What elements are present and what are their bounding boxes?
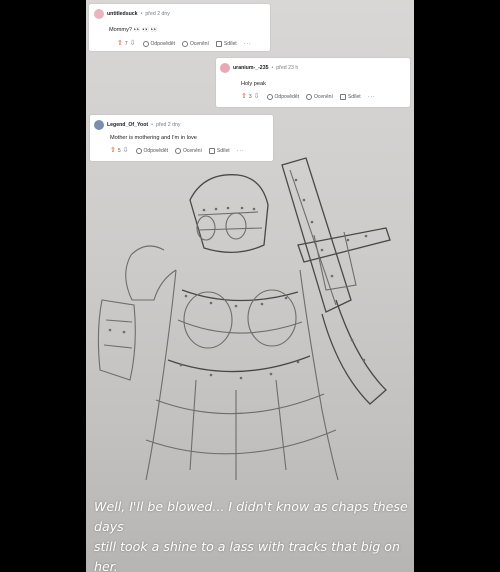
share-button[interactable]: Sdílet — [215, 40, 237, 47]
drawing-canvas: untitledsuck • před 2 dny Mommy? 👀 👀 👀 ⇧… — [86, 0, 414, 572]
separator-dot: • — [151, 122, 153, 128]
reply-button[interactable]: Odpovědět — [135, 147, 168, 154]
comment-card: untitledsuck • před 2 dny Mommy? 👀 👀 👀 ⇧… — [89, 4, 270, 51]
caption-text: Well, I'll be blowed... I didn't know as… — [94, 497, 409, 572]
share-button[interactable]: Sdílet — [339, 93, 361, 100]
vote-score: 5 — [117, 147, 121, 154]
comment-text: Holy peak — [241, 81, 266, 87]
more-options-button[interactable]: ··· — [237, 148, 245, 154]
username[interactable]: untitledsuck — [107, 11, 138, 17]
comment-card: Legend_Of_Yoot • před 2 dny Mother is mo… — [90, 115, 273, 161]
vote-score: 3 — [248, 93, 252, 100]
user-avatar[interactable] — [220, 63, 230, 73]
user-avatar[interactable] — [94, 120, 104, 130]
award-button[interactable]: Ocenění — [175, 147, 202, 154]
award-icon — [182, 40, 188, 47]
comment-text: Mother is mothering and I'm in love — [110, 135, 197, 141]
user-avatar[interactable] — [94, 9, 104, 19]
share-icon — [339, 93, 346, 100]
share-icon — [215, 40, 222, 47]
downvote-icon[interactable]: ⇩ — [130, 40, 136, 47]
comment-text: Mommy? 👀 👀 👀 — [109, 27, 158, 33]
caption-line-2: still took a shine to a lass with tracks… — [94, 539, 400, 572]
more-options-button[interactable]: ··· — [368, 94, 376, 100]
share-label: Sdílet — [223, 40, 237, 47]
upvote-icon[interactable]: ⇧ — [117, 40, 123, 47]
award-button[interactable]: Ocenění — [182, 40, 209, 47]
share-label: Sdílet — [216, 147, 230, 154]
more-options-button[interactable]: ··· — [244, 41, 252, 47]
reply-button[interactable]: Odpovědět — [266, 93, 299, 100]
username[interactable]: Legend_Of_Yoot — [107, 122, 148, 128]
share-button[interactable]: Sdílet — [208, 147, 230, 154]
upvote-icon[interactable]: ⇧ — [241, 93, 247, 100]
share-label: Sdílet — [347, 93, 361, 100]
separator-dot: • — [140, 11, 143, 17]
reply-bubble-icon — [142, 40, 149, 47]
award-icon — [306, 93, 312, 100]
reply-bubble-icon — [266, 93, 273, 100]
username[interactable]: uranium-_-235 — [233, 65, 268, 71]
upvote-icon[interactable]: ⇧ — [110, 147, 116, 154]
downvote-icon[interactable]: ⇩ — [123, 147, 129, 154]
caption-line-1: Well, I'll be blowed... I didn't know as… — [94, 499, 408, 534]
timestamp: před 2 dny — [155, 122, 181, 128]
timestamp: před 2 dny — [145, 11, 170, 17]
share-icon — [208, 147, 215, 154]
award-label: Ocenění — [190, 40, 209, 47]
reply-bubble-icon — [135, 147, 142, 154]
timestamp: před 23 h — [276, 65, 299, 71]
downvote-icon[interactable]: ⇩ — [254, 93, 260, 100]
award-button[interactable]: Ocenění — [306, 93, 333, 100]
comment-card: uranium-_-235 • před 23 h Holy peak ⇧ 3 … — [216, 58, 410, 107]
vote-score: 7 — [124, 40, 128, 47]
reply-label: Odpovědět — [150, 40, 175, 47]
reply-label: Odpovědět — [274, 93, 299, 100]
award-label: Ocenění — [183, 147, 202, 154]
reply-label: Odpovědět — [143, 147, 168, 154]
award-icon — [175, 147, 181, 154]
separator-dot: • — [271, 65, 274, 71]
reply-button[interactable]: Odpovědět — [142, 40, 175, 47]
award-label: Ocenění — [314, 93, 333, 100]
